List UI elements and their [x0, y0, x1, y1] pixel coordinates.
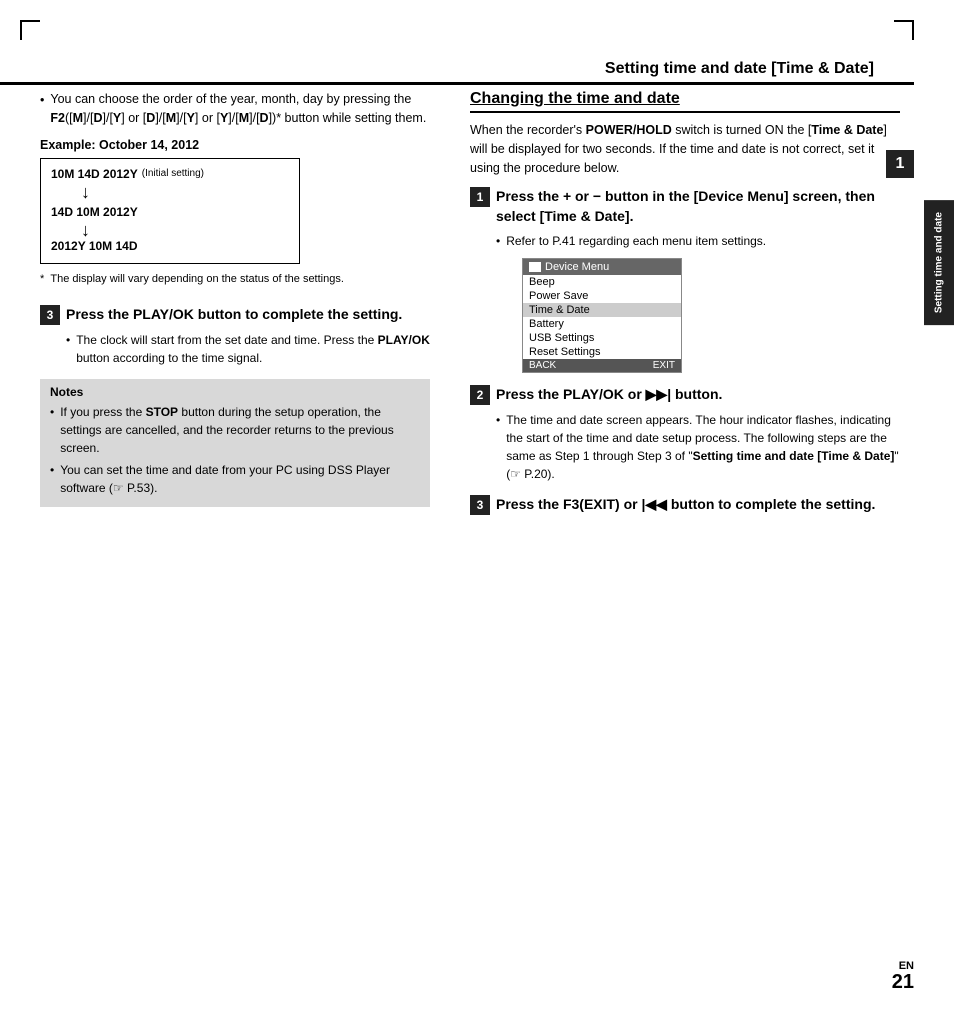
- corner-decoration-tr: [894, 20, 914, 40]
- date-diagram: 10M 14D 2012Y (Initial setting) ↓ 14D 10…: [40, 158, 300, 264]
- arrow-down-1: ↓: [81, 183, 289, 201]
- right-column: Changing the time and date When the reco…: [470, 90, 900, 521]
- menu-icon: [529, 262, 541, 272]
- step1-heading: 1 Press the + or − button in the [Device…: [470, 187, 900, 226]
- date-3: 2012Y 10M 14D: [51, 239, 138, 253]
- bullet-icon: •: [66, 331, 70, 349]
- page-header: Setting time and date [Time & Date]: [0, 60, 914, 85]
- menu-item-timedate: Time & Date: [523, 303, 681, 317]
- step1-number: 1: [470, 187, 490, 207]
- step3-text: Press the PLAY/OK button to complete the…: [66, 305, 402, 325]
- menu-item-powersave: Power Save: [523, 289, 681, 303]
- step3-right-heading: 3 Press the F3(EXIT) or |◀◀ button to co…: [470, 495, 900, 515]
- bullet-icon: •: [496, 232, 500, 250]
- intro-text: You can choose the order of the year, mo…: [50, 90, 430, 128]
- menu-item-beep: Beep: [523, 275, 681, 289]
- step1-text: Press the + or − button in the [Device M…: [496, 187, 900, 226]
- note1: • If you press the STOP button during th…: [50, 403, 420, 457]
- step1-bullet: • Refer to P.41 regarding each menu item…: [496, 232, 900, 250]
- section-intro: When the recorder's POWER/HOLD switch is…: [470, 121, 900, 177]
- device-menu-items: Beep Power Save Time & Date Battery USB …: [523, 275, 681, 359]
- step2-bullet: • The time and date screen appears. The …: [496, 411, 900, 483]
- date-row-3: 2012Y 10M 14D: [51, 239, 289, 253]
- device-menu-screenshot: Device Menu Beep Power Save Time & Date …: [522, 258, 682, 373]
- side-tab: Setting time and date: [924, 200, 954, 325]
- step3-right-number: 3: [470, 495, 490, 515]
- menu-item-usb: USB Settings: [523, 331, 681, 345]
- notes-box: Notes • If you press the STOP button dur…: [40, 379, 430, 507]
- footnote: * The display will vary depending on the…: [40, 272, 430, 287]
- menu-back-label: BACK: [529, 360, 556, 371]
- menu-exit-label: EXIT: [653, 360, 675, 371]
- example-label: Example: October 14, 2012: [40, 138, 430, 152]
- date-row-2: 14D 10M 2012Y: [51, 205, 289, 219]
- step3-bullet1: • The clock will start from the set date…: [66, 331, 430, 367]
- step1-content: • Refer to P.41 regarding each menu item…: [496, 232, 900, 373]
- menu-item-battery: Battery: [523, 317, 681, 331]
- bullet-icon: •: [496, 411, 500, 429]
- date-initial-text: 10M 14D 2012Y: [51, 167, 138, 181]
- arrow-down-2: ↓: [81, 221, 289, 239]
- note2: • You can set the time and date from you…: [50, 461, 420, 497]
- step3-right-text: Press the F3(EXIT) or |◀◀ button to comp…: [496, 495, 875, 515]
- menu-item-reset: Reset Settings: [523, 345, 681, 359]
- step3-heading: 3 Press the PLAY/OK button to complete t…: [40, 305, 430, 325]
- corner-decoration-tl: [20, 20, 40, 40]
- date-2: 14D 10M 2012Y: [51, 205, 138, 219]
- step2-content: • The time and date screen appears. The …: [496, 411, 900, 483]
- step2-text: Press the PLAY/OK or ▶▶| button.: [496, 385, 722, 405]
- page-number: 21: [892, 971, 914, 994]
- date-initial-label: (Initial setting): [142, 168, 204, 179]
- intro-bullet: • You can choose the order of the year, …: [40, 90, 430, 128]
- step2-number: 2: [470, 385, 490, 405]
- step2-heading: 2 Press the PLAY/OK or ▶▶| button.: [470, 385, 900, 405]
- bullet-icon: •: [50, 461, 54, 479]
- section-heading: Changing the time and date: [470, 90, 900, 113]
- notes-label: Notes: [50, 385, 420, 399]
- left-column: • You can choose the order of the year, …: [40, 90, 430, 517]
- device-menu-footer: BACK EXIT: [523, 359, 681, 372]
- date-row-1: 10M 14D 2012Y (Initial setting): [51, 167, 289, 181]
- bullet-icon: •: [40, 91, 44, 110]
- page-title: Setting time and date [Time & Date]: [605, 60, 874, 78]
- step3-number: 3: [40, 305, 60, 325]
- device-menu-title: Device Menu: [523, 259, 681, 275]
- bullet-icon: •: [50, 403, 54, 421]
- step3-content: • The clock will start from the set date…: [66, 331, 430, 367]
